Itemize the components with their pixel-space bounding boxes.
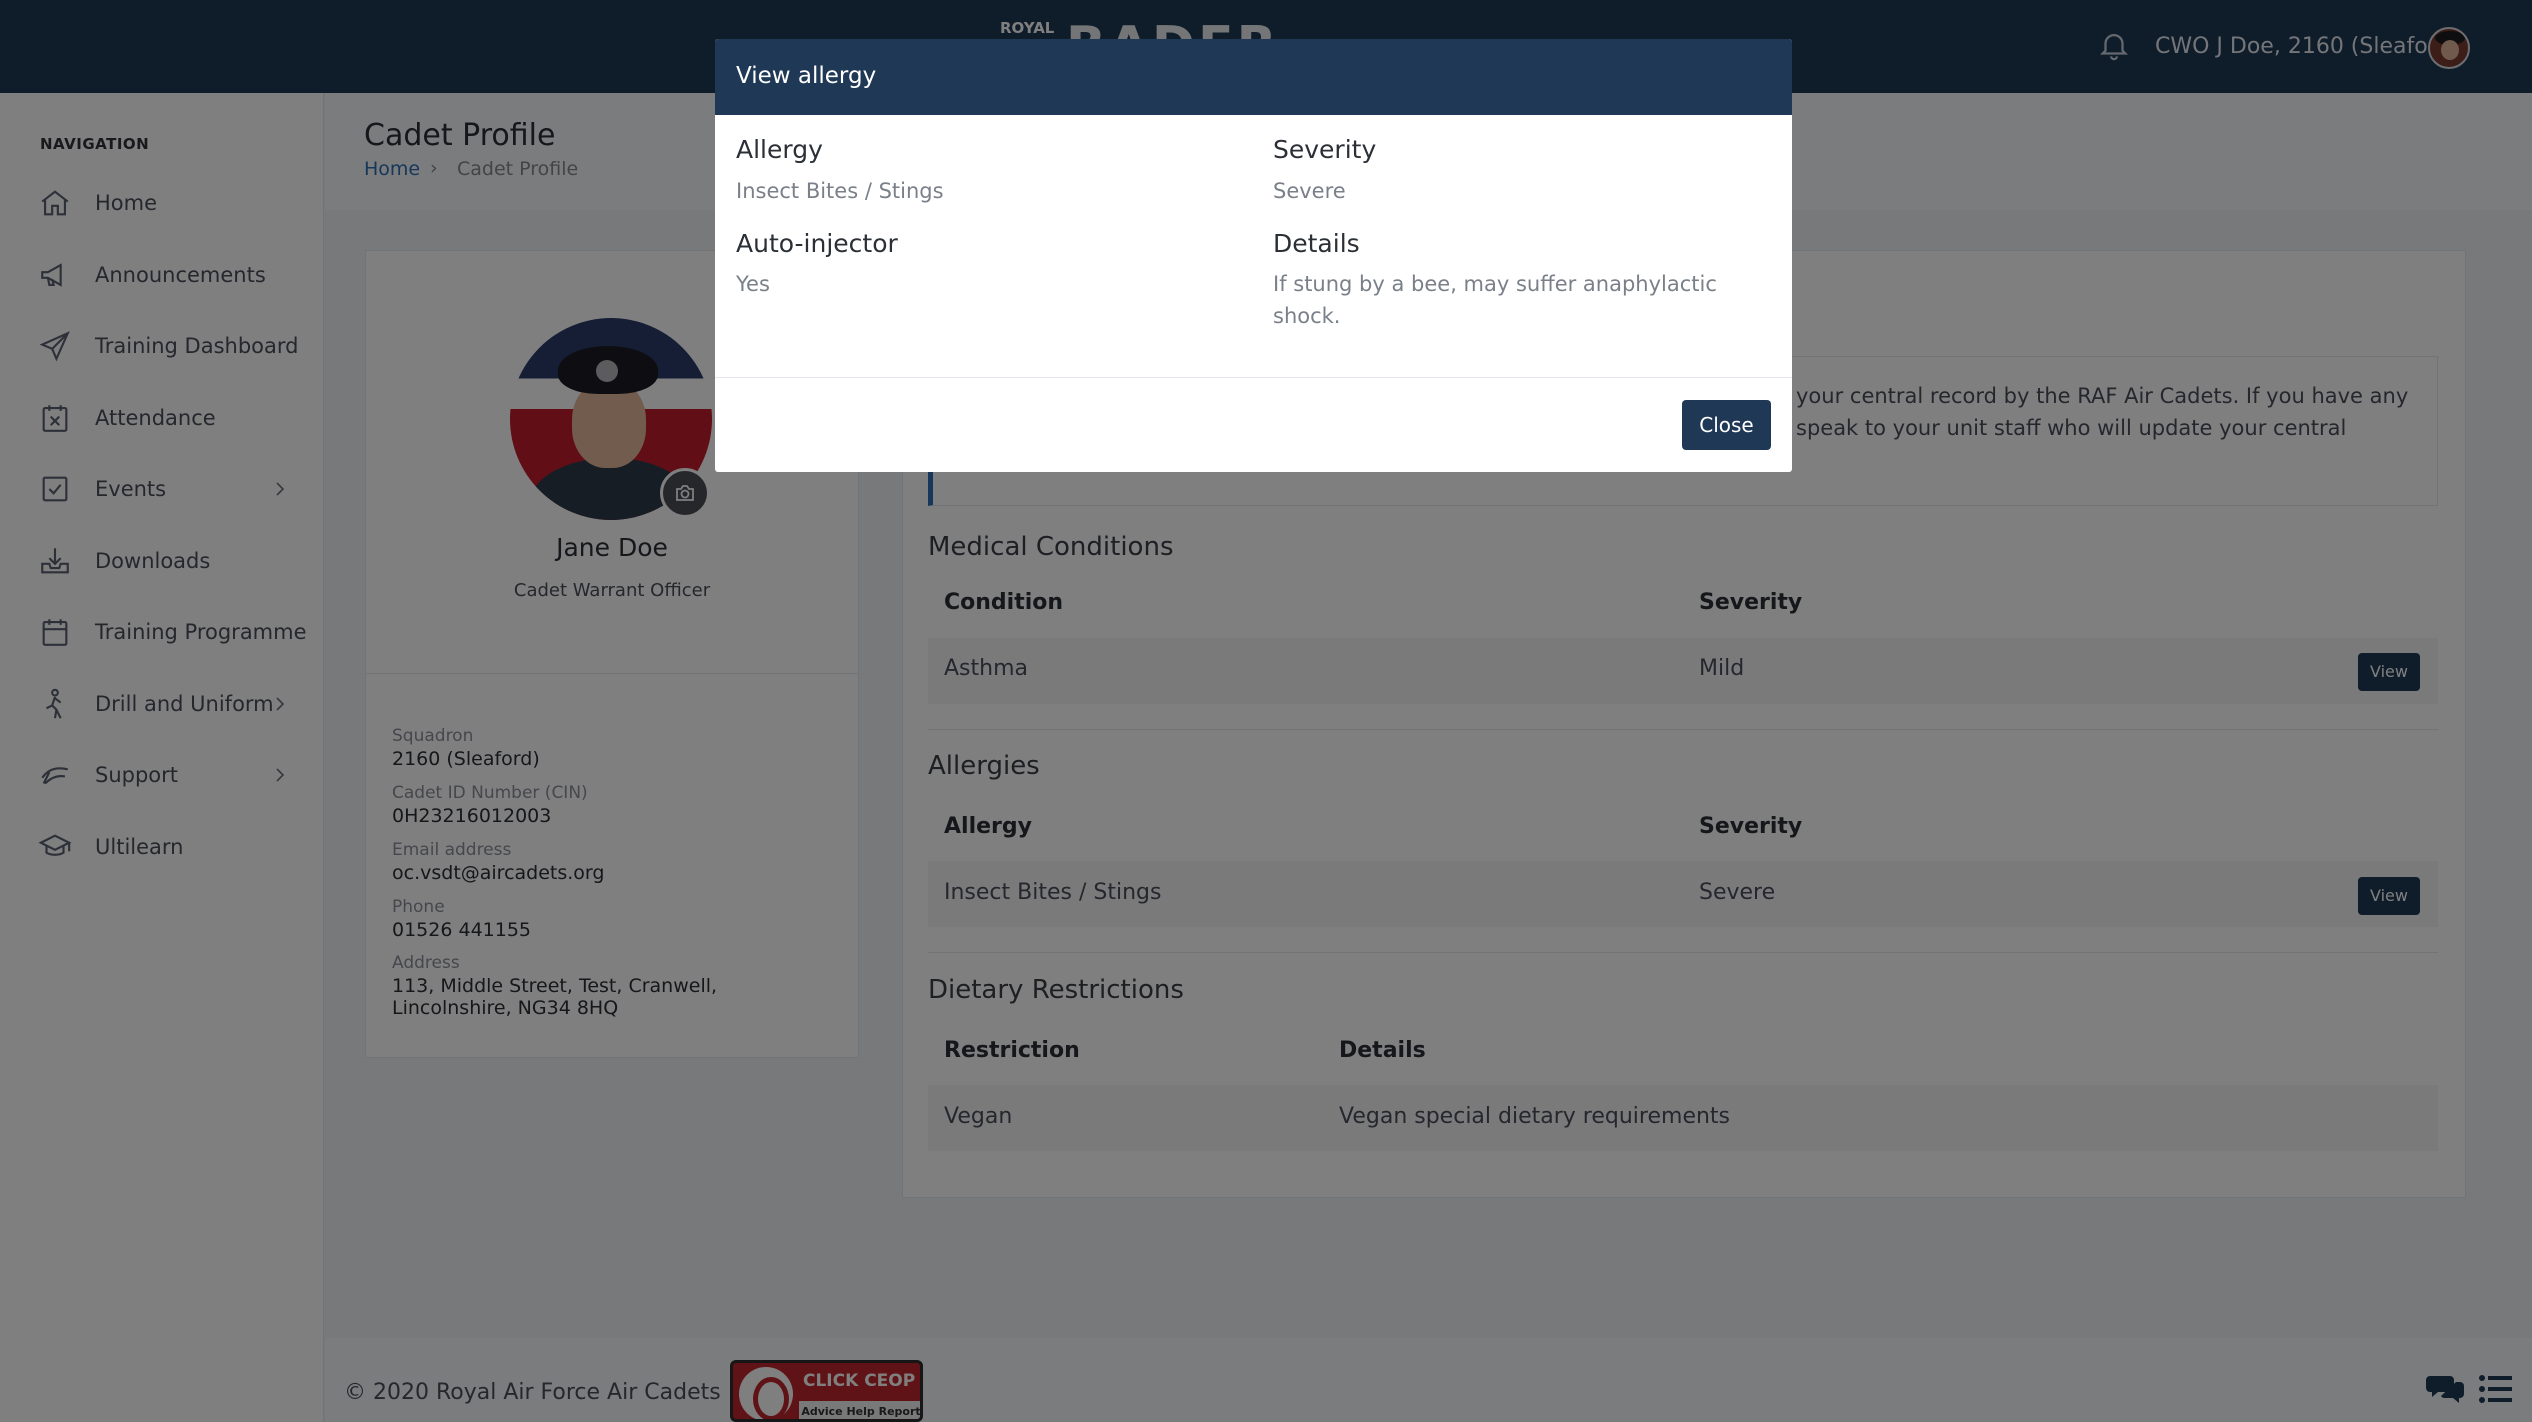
close-button[interactable]: Close xyxy=(1682,400,1771,450)
autoinjector-value: Yes xyxy=(736,272,770,296)
allergy-value: Insect Bites / Stings xyxy=(736,179,944,203)
view-allergy-dialog: View allergy Allergy Insect Bites / Stin… xyxy=(715,39,1792,472)
modal-title: View allergy xyxy=(736,63,877,89)
severity-label: Severity xyxy=(1273,135,1377,164)
allergy-label: Allergy xyxy=(736,135,823,164)
autoinjector-label: Auto-injector xyxy=(736,229,898,258)
severity-value: Severe xyxy=(1273,179,1346,203)
modal-divider xyxy=(715,377,1792,378)
details-value: If stung by a bee, may suffer anaphylact… xyxy=(1273,272,1717,328)
details-label: Details xyxy=(1273,229,1360,258)
modal-header: View allergy xyxy=(715,39,1792,115)
